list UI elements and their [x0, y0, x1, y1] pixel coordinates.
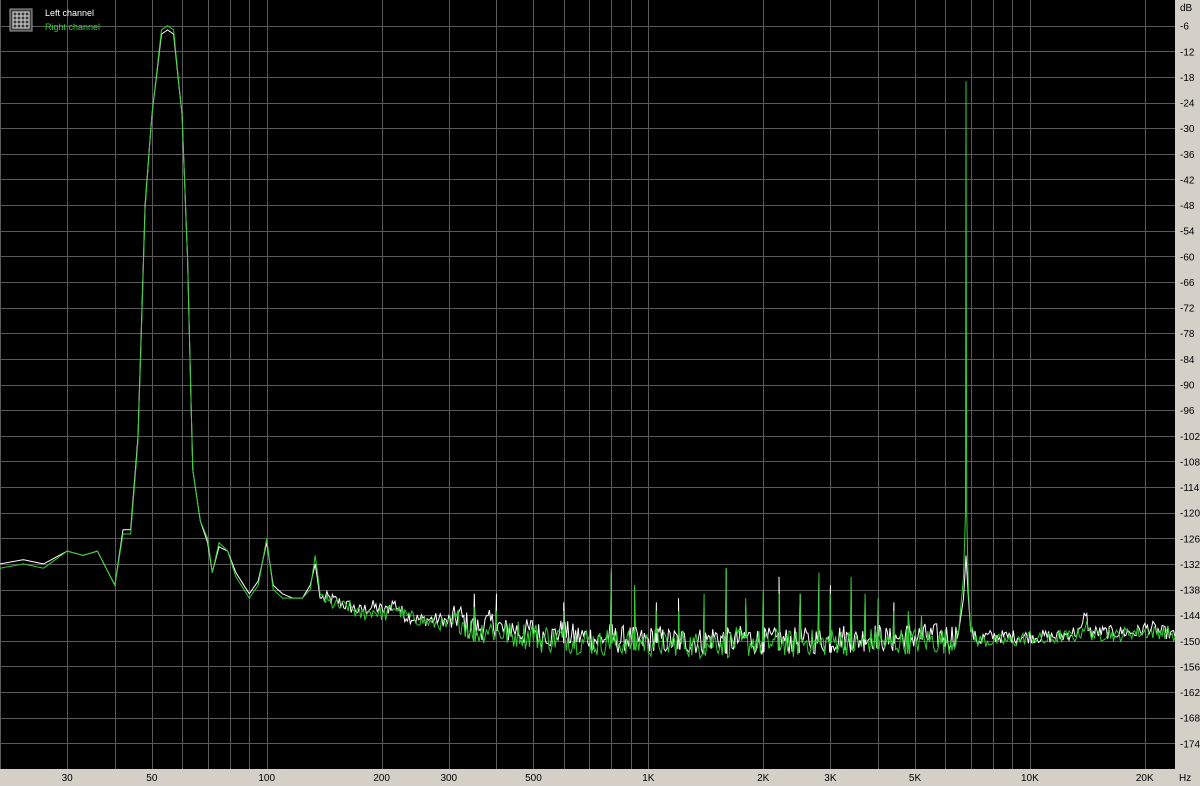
- y-tick-label: -72: [1180, 304, 1195, 315]
- y-tick-label: -120: [1180, 509, 1200, 520]
- y-tick-label: -96: [1180, 406, 1195, 417]
- y-tick-label: -162: [1180, 688, 1200, 699]
- y-tick-label: -84: [1180, 355, 1195, 366]
- y-tick-label: -102: [1180, 432, 1200, 443]
- y-tick-label: -18: [1180, 73, 1195, 84]
- y-tick-label: -36: [1180, 150, 1195, 161]
- x-tick-label: 500: [525, 773, 542, 784]
- y-tick-label: -108: [1180, 457, 1200, 468]
- y-tick-label: -42: [1180, 175, 1195, 186]
- x-tick-label: 300: [440, 773, 457, 784]
- x-tick-label: 50: [146, 773, 158, 784]
- y-tick-label: -156: [1180, 662, 1200, 673]
- y-tick-label: -48: [1180, 201, 1195, 212]
- spectrum-plot-svg: -6 -12 -18 -24 -30 -36 -42 -48 -54 -60 -66 -72 -78 -8…: [0, 0, 1200, 784]
- y-unit-label: dB: [1180, 3, 1193, 14]
- y-tick-label: -150: [1180, 637, 1200, 648]
- x-tick-label: 20K: [1136, 773, 1154, 784]
- spectrum-chart: -6 -12 -18 -24 -30 -36 -42 -48 -54 -60 -66 -72 -78 -8…: [0, 0, 1200, 786]
- y-tick-label: -12: [1180, 47, 1195, 58]
- x-tick-label: 30: [62, 773, 74, 784]
- y-tick-label: -168: [1180, 714, 1200, 725]
- x-tick-label: 1K: [642, 773, 655, 784]
- x-tick-label: 5K: [909, 773, 922, 784]
- y-tick-label: -138: [1180, 586, 1200, 597]
- x-tick-label: 2K: [757, 773, 770, 784]
- y-tick-label: -90: [1180, 381, 1195, 392]
- y-tick-label: -24: [1180, 99, 1195, 110]
- x-unit-label: Hz: [1179, 773, 1191, 784]
- y-tick-label: -54: [1180, 227, 1195, 238]
- y-axis-ticks: -6 -12 -18 -24 -30 -36 -42 -48 -54 -60 -66 -72 -78 -8…: [1180, 22, 1200, 751]
- y-tick-label: -174: [1180, 739, 1200, 750]
- y-tick-label: -66: [1180, 278, 1195, 289]
- x-tick-label: 3K: [824, 773, 837, 784]
- y-tick-label: -114: [1180, 483, 1200, 494]
- grid-icon: [9, 8, 33, 32]
- y-tick-label: -60: [1180, 252, 1195, 263]
- y-tick-label: -132: [1180, 560, 1200, 571]
- y-tick-label: -30: [1180, 124, 1195, 135]
- x-tick-label: 100: [258, 773, 275, 784]
- legend-left-channel: Left channel: [45, 8, 94, 18]
- y-tick-label: -126: [1180, 534, 1200, 545]
- y-tick-label: -144: [1180, 611, 1200, 622]
- x-tick-label: 200: [373, 773, 390, 784]
- x-tick-label: 10K: [1021, 773, 1039, 784]
- y-tick-label: -6: [1180, 22, 1189, 33]
- plot-background: [0, 0, 1175, 769]
- y-tick-label: -78: [1180, 329, 1195, 340]
- legend-right-channel: Right channel: [45, 22, 100, 32]
- x-axis-ticks: 30 50 100 200 300 500 1K 2K 3K 5K 10K 20K: [62, 773, 1154, 784]
